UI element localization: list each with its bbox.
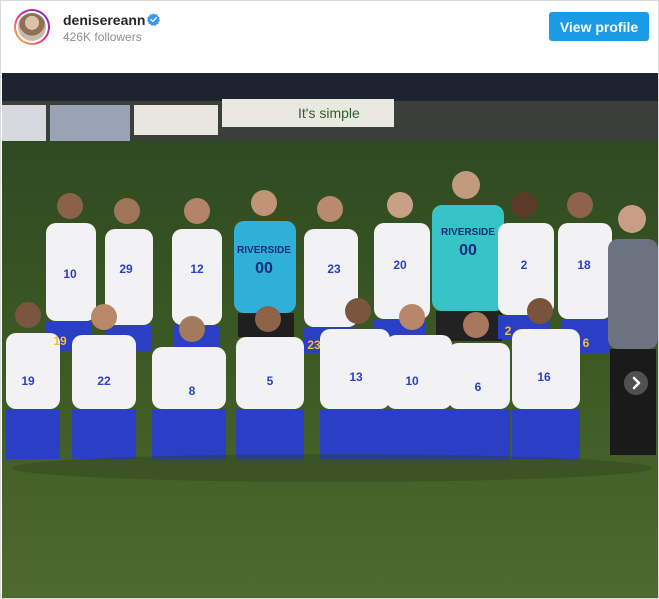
chevron-right-icon	[632, 376, 641, 390]
shorts-number: 19	[53, 334, 67, 348]
jersey-number: 10	[405, 374, 419, 388]
avatar-frame	[16, 11, 48, 43]
banner-text: It's simple	[298, 105, 360, 121]
banner-3	[134, 105, 218, 135]
avatar[interactable]	[14, 9, 50, 45]
photo-ground-shadow	[12, 454, 652, 482]
jersey-number: 10	[63, 267, 77, 281]
jersey-number: 16	[537, 370, 551, 384]
username[interactable]: denisereann	[63, 12, 145, 28]
jersey-number: 19	[21, 374, 35, 388]
avatar-image	[18, 13, 46, 41]
jersey-number: 18	[577, 258, 591, 272]
jersey-number: 2	[521, 258, 528, 272]
jersey-number: 8	[189, 384, 196, 398]
instagram-embed-card: denisereann 426K followers View profile …	[0, 0, 659, 599]
team-name: RIVERSIDE	[441, 227, 495, 238]
jersey-number: 13	[349, 370, 363, 384]
jersey-number: 20	[393, 258, 407, 272]
post-photo: It's simple 10 29 12 23 20 2 1819 2285 1…	[2, 73, 658, 598]
coach	[608, 205, 658, 455]
verified-badge-icon	[147, 13, 160, 26]
team-name: RIVERSIDE	[237, 245, 291, 256]
shorts-number: 2	[505, 324, 512, 338]
jersey-number: 22	[97, 374, 111, 388]
jersey-number: 6	[475, 380, 482, 394]
jersey-number: 29	[119, 262, 133, 276]
jersey-number: 12	[190, 262, 204, 276]
post-header: denisereann 426K followers View profile	[1, 1, 658, 73]
goalkeeper-number: 00	[459, 242, 477, 259]
view-profile-button[interactable]: View profile	[549, 12, 649, 41]
banner-2	[50, 105, 130, 141]
jersey-number: 23	[327, 262, 341, 276]
jersey-number: 5	[267, 374, 274, 388]
shorts-number: 23	[307, 338, 321, 352]
goalkeeper-number: 00	[255, 260, 273, 277]
shorts-number: 6	[583, 336, 590, 350]
banner-left	[2, 105, 46, 141]
follower-count: 426K followers	[63, 30, 142, 44]
next-photo-button[interactable]	[624, 371, 648, 395]
